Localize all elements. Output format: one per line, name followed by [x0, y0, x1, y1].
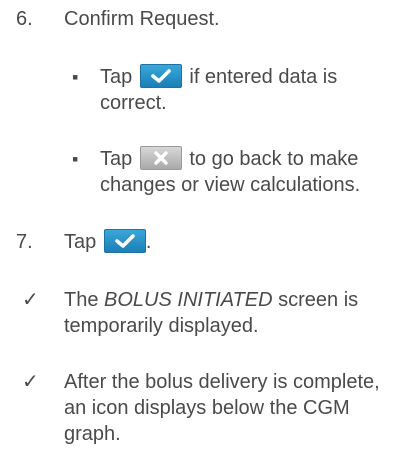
result-1-post: screen is	[278, 289, 359, 311]
step-7-number: 7.	[16, 231, 33, 253]
result-1-line-1: The BOLUS INITIATED screen is	[64, 287, 358, 313]
x-icon	[154, 151, 168, 165]
result-2-line-3: graph.	[64, 423, 121, 445]
result-2-line-2: an icon displays below the CGM	[64, 397, 350, 419]
cancel-button	[139, 145, 182, 170]
bullet-1-line-1: Tap if entered data is	[100, 63, 338, 90]
checkmark-icon: ✓	[22, 371, 39, 393]
bullet-2-line-1: Tap to go back to make	[100, 145, 359, 172]
step-6-text: Confirm Request.	[64, 8, 220, 30]
step-6-number: 6.	[16, 8, 33, 30]
check-icon	[151, 68, 171, 83]
result-1-line-2: temporarily displayed.	[64, 315, 259, 337]
screen-name: BOLUS INITIATED	[104, 289, 273, 311]
check-icon	[115, 233, 135, 248]
bullet-1-line-2: correct.	[100, 92, 167, 114]
bullet-1-pre: Tap	[100, 66, 133, 88]
step-7-post: .	[145, 231, 152, 253]
bullet-marker: ▪	[72, 67, 79, 87]
checkmark-icon: ✓	[22, 289, 39, 311]
bullet-1-post: if entered data is	[189, 66, 338, 88]
result-2-line-1: After the bolus delivery is complete,	[64, 371, 380, 393]
result-1-pre: The	[64, 289, 99, 311]
confirm-button	[139, 63, 182, 88]
step-7-pre: Tap	[64, 231, 97, 253]
bullet-2-post: to go back to make	[189, 148, 359, 170]
bullet-2-line-2: changes or view calculations.	[100, 174, 361, 196]
bullet-marker: ▪	[72, 149, 79, 169]
step-7-text: Tap .	[64, 228, 152, 255]
confirm-button	[103, 228, 146, 253]
bullet-2-pre: Tap	[100, 148, 133, 170]
